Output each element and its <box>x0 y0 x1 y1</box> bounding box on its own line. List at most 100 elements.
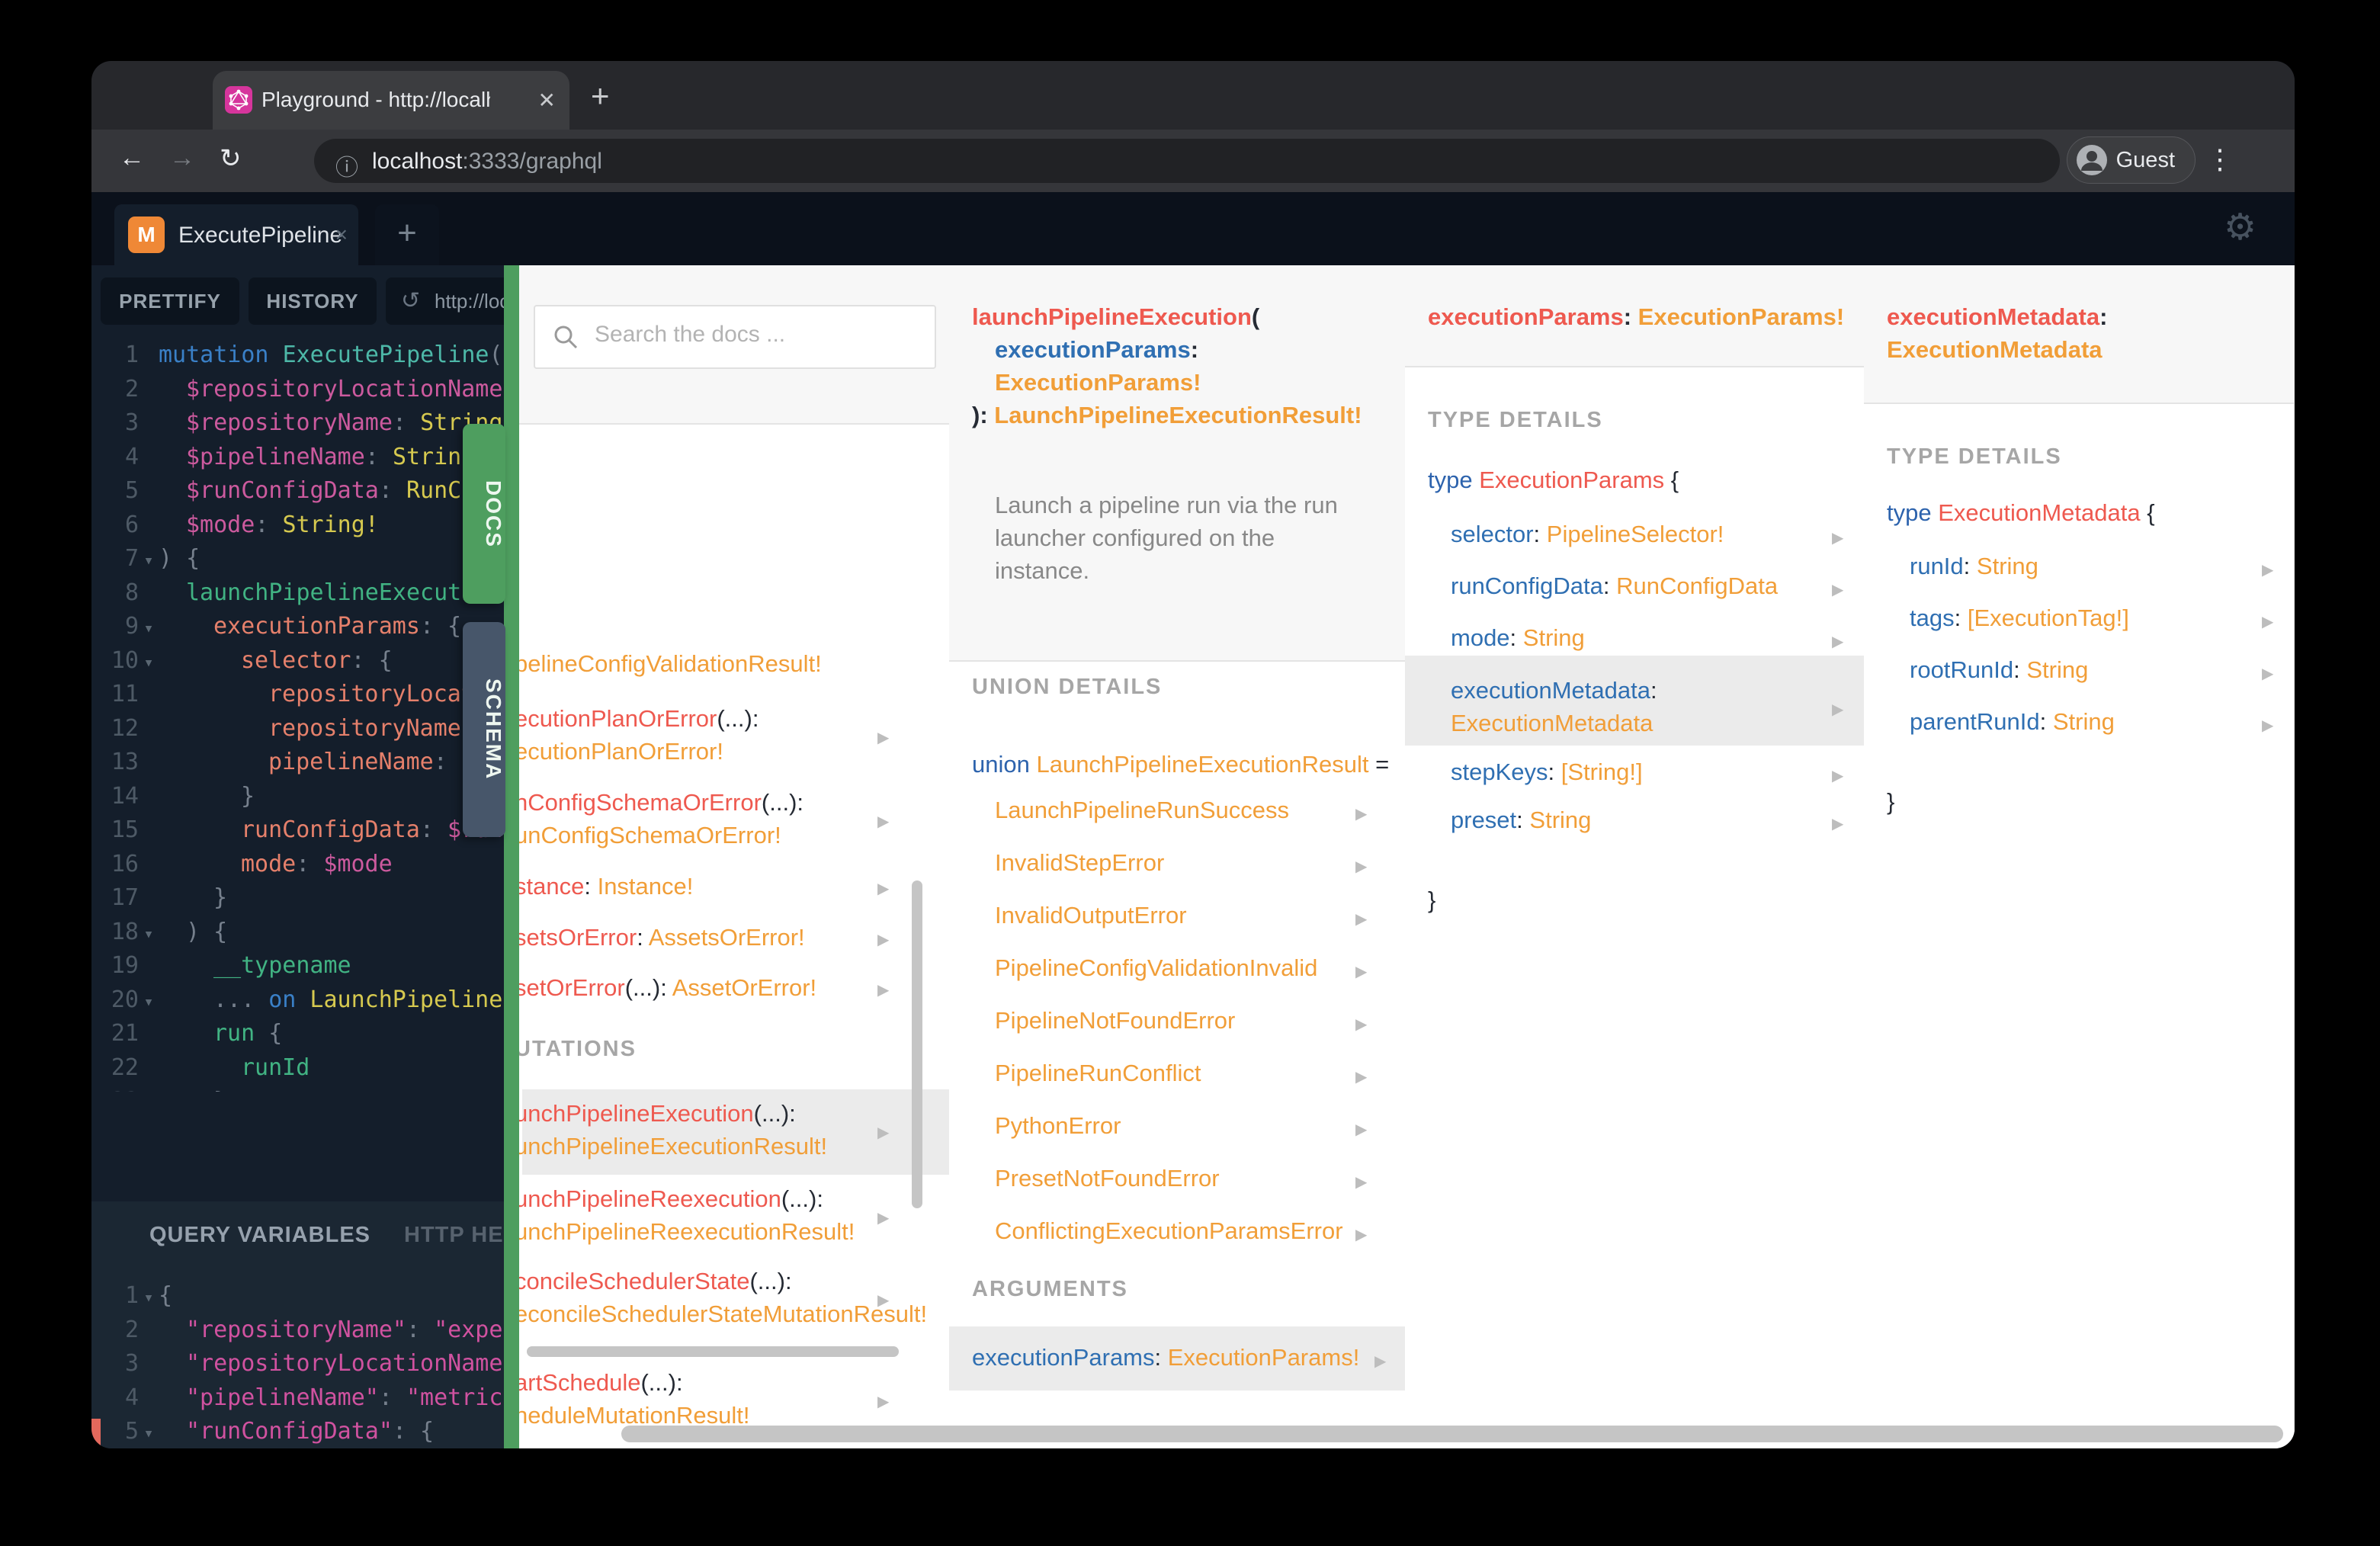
tab-schema[interactable]: SCHEMA <box>463 622 505 837</box>
chevron-right-icon: ▶ <box>1355 1069 1368 1086</box>
code-line: 14} <box>111 782 255 810</box>
chevron-right-icon: ▶ <box>2262 562 2274 579</box>
union-member-name: PipelineConfigValidationInvalid <box>995 954 1318 981</box>
tab-docs[interactable]: DOCS <box>463 424 505 604</box>
tab-close-icon[interactable]: ✕ <box>538 88 556 113</box>
inner-horizontal-scrollbar[interactable] <box>527 1346 899 1357</box>
chevron-right-icon: ▶ <box>1832 530 1844 547</box>
back-icon[interactable]: ← <box>119 143 145 173</box>
tab-query-variables[interactable]: QUERY VARIABLES <box>149 1223 370 1247</box>
type-field-text: rootRunId: String <box>1910 656 2089 683</box>
field-description-line: launcher configured on the <box>995 524 1275 551</box>
chevron-right-icon: ▶ <box>877 1292 890 1309</box>
docs-item-line: setOrError(...): AssetOrError! <box>519 974 817 1001</box>
chevron-right-icon: ▶ <box>2262 717 2274 734</box>
browser-menu-icon[interactable]: ⋮ <box>2206 143 2234 175</box>
argument-text: executionParams: ExecutionParams! <box>972 1344 1360 1371</box>
playground-tab[interactable]: M ExecutePipeline × <box>114 204 358 265</box>
docs-item-line: setsOrError: AssetsOrError! <box>519 924 805 951</box>
screenshot-stage: Playground - http://localhost:3 ✕ + ← → … <box>0 0 2380 1546</box>
docs-horizontal-scrollbar[interactable] <box>621 1426 2283 1442</box>
editor-pane: PRETTIFY HISTORY ↺ http://localhost:3333… <box>91 265 633 1448</box>
union-member-name: ConflictingExecutionParamsError <box>995 1217 1343 1244</box>
url-bar[interactable]: ⓘ localhost:3333/graphql <box>314 139 2060 183</box>
union-member-name: PipelineRunConflict <box>995 1060 1201 1086</box>
docs-section-header: UTATIONS <box>519 1037 637 1061</box>
docs-field-list[interactable]: pelineConfigValidationResult! ecutionPlan… <box>519 425 949 1424</box>
field-signature-line: executionParams: <box>995 336 1199 363</box>
vertical-scrollbar[interactable] <box>912 880 922 1208</box>
code-line: 21 run { <box>111 1020 283 1047</box>
new-tab-button[interactable]: + <box>591 78 610 114</box>
code-line: 19 __typename <box>111 952 351 979</box>
playground-new-tab-button[interactable]: + <box>375 204 439 265</box>
browser-tab-title: Playground - http://localhost:3 <box>261 88 490 111</box>
docs-item-name: unchPipelineExecution(...): <box>519 1100 796 1127</box>
profile-button[interactable]: Guest <box>2066 136 2196 184</box>
type-close-brace: } <box>1428 887 1436 913</box>
type-header-line: executionParams: ExecutionParams! <box>1428 303 1845 330</box>
chevron-right-icon: ▶ <box>1355 806 1368 823</box>
code-line: 6 $mode: String! <box>124 511 379 538</box>
chevron-right-icon: ▶ <box>877 813 890 830</box>
endpoint-reload-icon[interactable]: ↺ <box>401 277 420 325</box>
type-field-text: parentRunId: String <box>1910 708 2115 735</box>
type-field-text: stepKeys: [String!] <box>1451 759 1643 785</box>
code-line: 13pipelineName: $pipelineName <box>111 749 504 775</box>
settings-gear-icon[interactable]: ⚙ <box>2224 206 2257 249</box>
type-close-brace: } <box>1887 788 1895 815</box>
type-field-text: tags: [ExecutionTag!] <box>1910 605 2129 631</box>
playground-tab-close-icon[interactable]: × <box>335 223 348 247</box>
code-line: 16 mode: $mode <box>111 850 393 877</box>
type-field-text: runConfigData: RunConfigData <box>1451 573 1779 599</box>
field-description-line: instance. <box>995 557 1090 584</box>
docs-search-input[interactable]: Search the docs ... <box>534 305 936 369</box>
variables-editor[interactable]: 1▾{2"repositoryName": "experimental" 3"re… <box>91 1279 504 1448</box>
chevron-right-icon: ▶ <box>877 982 890 999</box>
chevron-right-icon: ▶ <box>1832 816 1844 832</box>
field-signature-line: launchPipelineExecution( <box>972 303 1260 330</box>
code-line: 23} <box>91 1085 504 1092</box>
history-button[interactable]: HISTORY <box>249 277 377 325</box>
chevron-right-icon: ▶ <box>877 880 890 897</box>
docs-item-name: unchPipelineReexecution(...): <box>519 1185 823 1212</box>
mutation-badge: M <box>128 217 165 253</box>
reload-icon[interactable]: ↻ <box>220 143 242 174</box>
code-line: 11repositoryLocationName: <box>111 681 504 707</box>
code-line: 12repositoryName: $repositoryName <box>111 714 504 742</box>
type-details-header: TYPE DETAILS <box>1428 408 1603 432</box>
site-info-icon[interactable]: ⓘ <box>335 149 358 182</box>
docs-item-name: nConfigSchemaOrError(...): <box>519 789 804 816</box>
chevron-right-icon: ▶ <box>2262 666 2274 682</box>
chevron-right-icon: ▶ <box>877 1210 890 1227</box>
docs-item-type: unchPipelineReexecutionResult! <box>519 1218 855 1245</box>
graphql-favicon-icon <box>225 86 252 114</box>
code-line: 10 ▾ selector: { <box>111 646 393 674</box>
arguments-header: ARGUMENTS <box>972 1277 1128 1301</box>
prettify-button[interactable]: PRETTIFY <box>101 277 239 325</box>
docs-item-type: unchPipelineExecutionResult! <box>519 1133 828 1160</box>
field-signature-line: ExecutionParams! <box>995 369 1201 396</box>
type-field-text: preset: String <box>1451 807 1592 833</box>
docs-column-root: Search the docs ... pelineConfigValidati… <box>519 265 951 1448</box>
chevron-right-icon: ▶ <box>1355 1121 1368 1138</box>
docs-panel-edge[interactable] <box>504 265 519 1448</box>
chevron-right-icon: ▶ <box>877 730 890 746</box>
forward-icon[interactable]: → <box>169 143 195 173</box>
chevron-right-icon: ▶ <box>877 1124 890 1141</box>
union-member-name: InvalidStepError <box>995 849 1165 876</box>
type-details-header: TYPE DETAILS <box>1887 444 2062 469</box>
chevron-right-icon: ▶ <box>1832 768 1844 784</box>
docs-column-field: launchPipelineExecution( executionParams:… <box>949 265 1407 1448</box>
query-editor[interactable]: 1 mutation ExecutePipeline(2 $repositoryLo… <box>91 338 504 1092</box>
code-line: 20▾... on LaunchPipelineRunSuccess <box>111 986 504 1013</box>
type-declaration: type ExecutionMetadata { <box>1887 499 2155 526</box>
chevron-right-icon: ▶ <box>877 932 890 948</box>
docs-item-type: econcileSchedulerStateMutationResult! <box>519 1301 928 1327</box>
browser-window: Playground - http://localhost:3 ✕ + ← → … <box>91 61 2295 1448</box>
code-line: 3$repositoryName: String! <box>124 409 504 436</box>
error-marker <box>91 1419 101 1445</box>
browser-tab[interactable]: Playground - http://localhost:3 ✕ <box>213 71 569 130</box>
search-placeholder: Search the docs ... <box>595 322 786 347</box>
code-line: 2"repositoryName": "experimental" <box>124 1316 504 1343</box>
